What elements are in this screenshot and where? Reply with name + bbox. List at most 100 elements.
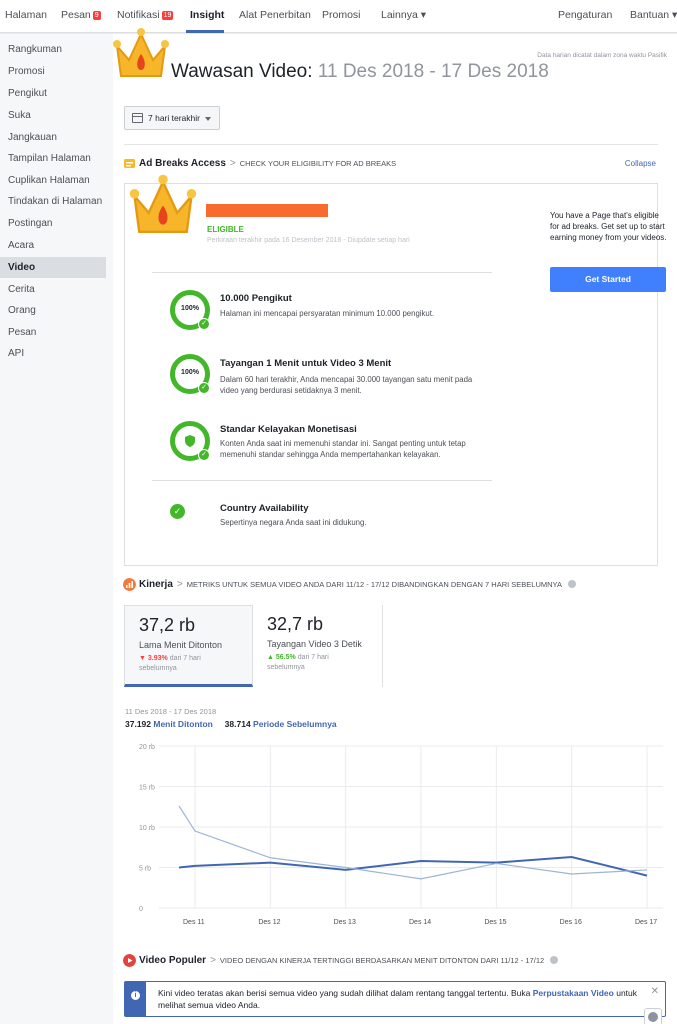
sidebar-item-acara[interactable]: Acara [0,235,106,256]
sidebar-item-orang[interactable]: Orang [0,300,106,321]
metric-label: Tayangan Video 3 Detik [267,639,362,649]
progress-percent: 100% [181,305,199,312]
nav-notifikasi-label: Notifikasi [117,9,160,21]
requirement-title: Standar Kelayakan Monetisasi [220,424,357,435]
x-tick-label: Des 12 [258,919,280,926]
check-icon: ✓ [170,504,185,519]
sidebar-item-tampilan-halaman[interactable]: Tampilan Halaman [0,148,106,169]
sidebar-item-suka[interactable]: Suka [0,105,106,126]
populer-title: Video Populer [139,955,207,966]
metric-card-views[interactable]: 32,7 rb Tayangan Video 3 Detik ▲ 56.5% d… [253,605,382,687]
shield-icon [185,435,195,447]
x-tick-label: Des 16 [560,919,582,926]
y-tick-label: 15 rb [139,785,155,792]
x-tick-label: Des 13 [334,919,356,926]
progress-percent: 100% [181,369,199,376]
sidebar-item-postingan[interactable]: Postingan [0,213,106,234]
nav-halaman[interactable]: Halaman [5,9,47,21]
info-icon[interactable] [550,956,559,964]
x-tick-label: Des 15 [484,919,506,926]
nav-pengaturan[interactable]: Pengaturan [558,9,612,21]
x-tick-label: Des 17 [635,919,657,926]
progress-ring: 100% ✓ [170,290,210,330]
series-line-current [178,855,648,877]
nav-lainnya[interactable]: Lainnya ▾ [381,9,426,21]
sidebar-item-pesan[interactable]: Pesan [0,322,106,343]
chevron-down-icon [205,117,211,121]
sidebar-item-promosi[interactable]: Promosi [0,61,106,82]
globe-icon[interactable] [644,1008,662,1024]
active-tab-underline [186,30,224,33]
sidebar: Rangkuman Promosi Pengikut Suka Jangkaua… [0,34,113,1024]
populer-header: Video Populer > VIDEO DENGAN KINERJA TERTI… [123,954,559,967]
metric-label: Lama Menit Ditonton [139,640,223,650]
ad-breaks-title: Ad Breaks Access [139,158,226,169]
timezone-note: Data harian dicatat dalam zona waktu Pas… [537,52,667,59]
sidebar-item-jangkauan[interactable]: Jangkauan [0,127,106,148]
date-range-button[interactable]: 7 hari terakhir [124,106,220,130]
collapse-link[interactable]: Collapse [625,159,656,168]
calendar-icon [132,113,143,123]
main-content: Data harian dicatat dalam zona waktu Pas… [113,28,677,1024]
metric-value: 32,7 rb [267,614,324,634]
populer-subtitle: VIDEO DENGAN KINERJA TERTINGGI BERDASARK… [219,956,545,965]
crown-sticker-icon [129,174,197,233]
nav-promosi[interactable]: Promosi [322,9,361,21]
legend-current-label: Menit Ditonton [153,719,213,729]
x-tick-label: Des 14 [409,919,431,926]
sidebar-item-rangkuman[interactable]: Rangkuman [0,39,106,60]
info-icon: i [125,982,146,1016]
info-banner: i Kini video teratas akan berisi semua v… [124,981,666,1024]
nav-pesan-label: Pesan [61,9,91,21]
sidebar-item-pengikut[interactable]: Pengikut [0,83,106,104]
ad-breaks-side-text: You have a Page that's eligible for ad b… [550,211,667,242]
library-link[interactable]: Perpustakaan Video [533,988,614,998]
estimate-note: Perkiraan terakhir pada 16 Desember 2018… [207,237,410,244]
play-icon [123,954,136,967]
y-tick-label: 20 rb [139,744,155,751]
redacted-name [206,204,328,217]
requirement-title: Tayangan 1 Menit untuk Video 3 Menit [220,358,392,369]
requirement-title: 10.000 Pengikut [220,293,292,304]
chart-range-label: 11 Des 2018 - 17 Des 2018 [125,707,217,716]
requirement-desc: Dalam 60 hari terakhir, Anda mencapai 30… [220,375,473,395]
performance-icon [123,578,136,591]
shield-ring: ✓ [170,421,210,461]
requirement-desc: Sepertinya negara Anda saat ini didukung… [220,518,367,527]
line-chart: 0 5 rb 10 rb 15 rb 20 rb Des 11 Des 12 Des 13 De… [139,744,663,926]
nav-notifikasi[interactable]: Notifikasi 19 [117,9,174,21]
banner-text: Kini video teratas akan berisi semua vid… [158,988,638,1010]
check-icon: ✓ [198,449,210,461]
sidebar-item-cerita[interactable]: Cerita [0,279,106,300]
x-tick-label: Des 11 [183,919,205,926]
info-icon[interactable] [568,580,576,588]
y-tick-label: 10 rb [139,825,155,832]
get-started-button[interactable]: Get Started [550,267,666,292]
requirement-title: Country Availability [220,503,309,514]
sidebar-item-tindakan[interactable]: Tindakan di Halaman [0,191,106,212]
chart-legend: 37.192 Menit Ditonton 38.714 Periode Seb… [125,719,337,729]
top-navigation: Halaman Pesan 9 Notifikasi 19 Insight Alat… [0,0,677,33]
y-tick-label: 5 rb [139,866,151,873]
progress-ring: 100% ✓ [170,354,210,394]
metric-change: ▼ 3.93% dari 7 hari sebelumnya [139,655,201,672]
nav-alat-penerbitan[interactable]: Alat Penerbitan [239,9,311,21]
divider [152,480,492,481]
pesan-badge: 9 [92,11,101,20]
nav-bantuan[interactable]: Bantuan ▾ [630,9,677,21]
divider [124,144,658,145]
notif-badge: 19 [161,11,174,20]
page-title-label: Wawasan Video: [171,61,313,82]
close-icon[interactable]: ✕ [651,986,659,997]
kinerja-title: Kinerja [139,579,173,590]
sidebar-item-api[interactable]: API [0,343,106,364]
date-range-label: 7 hari terakhir [148,113,200,123]
nav-insight[interactable]: Insight [190,9,224,21]
sidebar-item-cuplikan-halaman[interactable]: Cuplikan Halaman [0,170,106,191]
sidebar-item-video[interactable]: Video [0,257,106,278]
nav-pesan[interactable]: Pesan 9 [61,9,101,21]
metric-value: 37,2 rb [139,615,196,635]
legend-prev-value: 38.714 [224,719,251,729]
metric-card-minutes[interactable]: 37,2 rb Lama Menit Ditonton ▼ 3.93% dari… [124,605,253,687]
requirement-desc: Konten Anda saat ini memenuhi standar in… [220,439,466,459]
